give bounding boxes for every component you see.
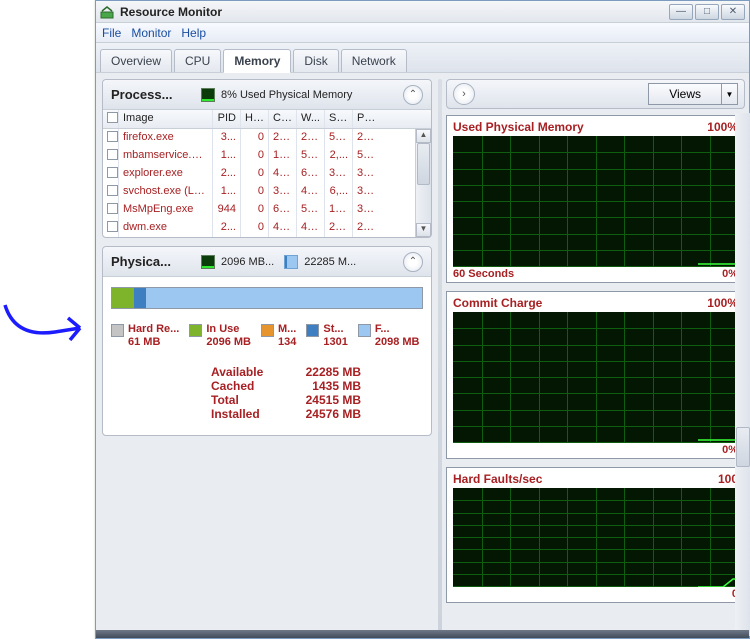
close-button[interactable]: ✕ — [721, 4, 745, 20]
maximize-button[interactable]: □ — [695, 4, 719, 20]
chart-2: Hard Faults/sec1000 — [446, 467, 745, 603]
titlebar[interactable]: Resource Monitor — □ ✕ — [96, 1, 749, 23]
legend-inuse: In Use2096 MB — [189, 323, 251, 349]
available-gauge-icon — [284, 255, 298, 269]
table-row[interactable]: explorer.exe2...047...68...32...36... — [103, 165, 431, 183]
table-row[interactable]: mbamservice.exe1...012...53...2,...50... — [103, 147, 431, 165]
window-title: Resource Monitor — [120, 5, 669, 19]
legend-free: F...2098 MB — [358, 323, 420, 349]
table-row[interactable]: dwm.exe2...044...48...20...27... — [103, 219, 431, 237]
col-pid[interactable]: PID — [213, 110, 241, 128]
row-checkbox[interactable] — [107, 149, 118, 160]
menubar: File Monitor Help — [96, 23, 749, 43]
taskbar — [96, 630, 749, 638]
right-pane: › Views ▼ Used Physical Memory100%60 Sec… — [438, 73, 749, 638]
collapse-physical-button[interactable]: ⌃ — [403, 252, 423, 272]
memory-gauge-icon — [201, 88, 215, 102]
scroll-thumb[interactable] — [417, 143, 430, 185]
legend-modified: M...134 — [261, 323, 296, 349]
col-private[interactable]: Pri... — [353, 110, 381, 128]
expand-charts-button[interactable]: › — [453, 83, 475, 105]
row-checkbox[interactable] — [107, 131, 118, 142]
processes-header[interactable]: Process... 8% Used Physical Memory ⌃ — [103, 80, 431, 110]
physical-summary1: 2096 MB... — [221, 256, 274, 268]
chart-0: Used Physical Memory100%60 Seconds0% — [446, 115, 745, 283]
row-checkbox[interactable] — [107, 203, 118, 214]
physical-summary2: 22285 M... — [304, 256, 356, 268]
menu-monitor[interactable]: Monitor — [131, 26, 171, 40]
annotation-arrow — [0, 300, 95, 350]
table-row[interactable]: MsMpEng.exe944067...52...19...33... — [103, 201, 431, 219]
menu-file[interactable]: File — [102, 26, 121, 40]
chart-1: Commit Charge100%0% — [446, 291, 745, 459]
menu-help[interactable]: Help — [181, 26, 206, 40]
charts-toolbar: › Views ▼ — [446, 79, 745, 109]
select-all-checkbox[interactable] — [107, 112, 118, 123]
collapse-processes-button[interactable]: ⌃ — [403, 85, 423, 105]
physical-title: Physica... — [111, 254, 191, 269]
legend-hardware: Hard Re...61 MB — [111, 323, 179, 349]
tab-network[interactable]: Network — [341, 49, 407, 72]
memory-legend: Hard Re...61 MB In Use2096 MB M...134 St… — [111, 323, 423, 349]
tab-cpu[interactable]: CPU — [174, 49, 221, 72]
col-working[interactable]: W... — [297, 110, 325, 128]
physical-header[interactable]: Physica... 2096 MB... 22285 M... ⌃ — [103, 247, 431, 277]
col-hard[interactable]: Ha... — [241, 110, 269, 128]
tab-overview[interactable]: Overview — [100, 49, 172, 72]
table-row[interactable]: svchost.exe (Lo...1...036...40...6,...33… — [103, 183, 431, 201]
processes-summary: 8% Used Physical Memory — [221, 89, 352, 101]
table-body: firefox.exe3...024...25...50...20...mbam… — [103, 129, 431, 237]
scroll-down-icon[interactable]: ▼ — [416, 223, 431, 237]
row-checkbox[interactable] — [107, 221, 118, 232]
col-image[interactable]: Image — [119, 110, 213, 128]
scroll-thumb[interactable] — [736, 427, 750, 467]
inuse-gauge-icon — [201, 255, 215, 269]
left-pane: Process... 8% Used Physical Memory ⌃ Ima… — [96, 73, 438, 638]
row-checkbox[interactable] — [107, 185, 118, 196]
legend-standby: St...1301 — [306, 323, 347, 349]
col-commit[interactable]: Co... — [269, 110, 297, 128]
processes-title: Process... — [111, 87, 191, 102]
views-button[interactable]: Views ▼ — [648, 83, 738, 105]
tabbar: Overview CPU Memory Disk Network — [96, 43, 749, 73]
col-shareable[interactable]: Sh... — [325, 110, 353, 128]
app-icon — [100, 5, 114, 19]
tab-disk[interactable]: Disk — [293, 49, 338, 72]
chevron-down-icon[interactable]: ▼ — [721, 84, 737, 104]
table-header: Image PID Ha... Co... W... Sh... Pri... — [103, 110, 431, 129]
table-row[interactable]: firefox.exe3...024...25...50...20... — [103, 129, 431, 147]
resource-monitor-window: Resource Monitor — □ ✕ File Monitor Help… — [95, 0, 750, 639]
memory-stats: Available22285 MB Cached1435 MB Total245… — [211, 365, 423, 421]
table-scrollbar[interactable]: ▲ ▼ — [415, 129, 431, 237]
row-checkbox[interactable] — [107, 167, 118, 178]
scroll-up-icon[interactable]: ▲ — [416, 129, 431, 143]
processes-table: Image PID Ha... Co... W... Sh... Pri... … — [103, 110, 431, 237]
physical-memory-section: Physica... 2096 MB... 22285 M... ⌃ Hard … — [102, 246, 432, 436]
minimize-button[interactable]: — — [669, 4, 693, 20]
right-scrollbar[interactable] — [735, 113, 750, 636]
memory-composition-bar — [111, 287, 423, 309]
processes-section: Process... 8% Used Physical Memory ⌃ Ima… — [102, 79, 432, 238]
tab-memory[interactable]: Memory — [223, 49, 291, 73]
